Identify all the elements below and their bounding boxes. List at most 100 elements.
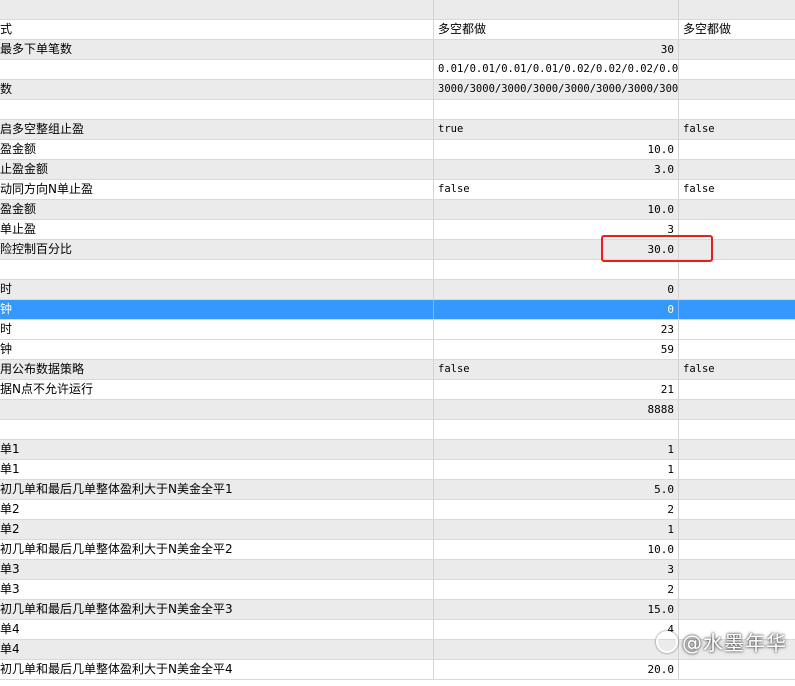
param-row[interactable]: 初几单和最后几单整体盈利大于N美金全平3 15.0 [0,600,795,620]
param-value-2[interactable] [679,500,795,519]
param-value-1[interactable]: true [434,120,679,139]
param-value-2[interactable] [679,80,795,99]
param-value-1[interactable]: 0 [434,280,679,299]
param-name: 止盈金额 [0,160,434,179]
param-value-2[interactable] [679,320,795,339]
param-value-1[interactable]: 10.0 [434,140,679,159]
param-value-1[interactable]: 1 [434,460,679,479]
param-row[interactable]: 式多空都做 多空都做 [0,20,795,40]
param-row[interactable]: 钟0 [0,300,795,320]
param-value-1[interactable]: 30 [434,40,679,59]
param-value-1[interactable] [434,100,679,119]
param-row[interactable]: 数3000/3000/3000/3000/3000/3000/3000/3000… [0,80,795,100]
param-row[interactable]: 钟 59 [0,340,795,360]
param-value-1[interactable]: 59 [434,340,679,359]
param-value-1[interactable]: 8888 [434,400,679,419]
param-row[interactable]: 8888 [0,400,795,420]
param-value-2[interactable] [679,540,795,559]
param-value-2[interactable] [679,600,795,619]
param-value-1[interactable]: 4 [434,620,679,639]
param-value-2[interactable] [679,160,795,179]
param-value-1[interactable]: 3 [434,560,679,579]
param-value-1[interactable]: false [434,180,679,199]
param-row[interactable] [0,0,795,20]
param-value-2[interactable] [679,260,795,279]
param-value-1[interactable]: 0 [434,300,679,319]
param-value-2[interactable] [679,40,795,59]
param-row[interactable]: 单3 3 [0,560,795,580]
param-row[interactable]: 单3 2 [0,580,795,600]
param-name: 单3 [0,580,434,599]
param-value-1[interactable]: 2 [434,580,679,599]
param-name [0,260,434,279]
param-row[interactable]: 盈金额 10.0 [0,140,795,160]
param-row[interactable]: 单1 1 [0,440,795,460]
param-row[interactable]: 初几单和最后几单整体盈利大于N美金全平1 5.0 [0,480,795,500]
param-name [0,0,434,19]
param-value-2[interactable]: false [679,360,795,379]
param-row[interactable]: 动同方向N单止盈 false false [0,180,795,200]
param-value-2[interactable]: false [679,180,795,199]
param-name: 单3 [0,560,434,579]
param-value-2[interactable]: false [679,120,795,139]
param-value-1[interactable]: 15.0 [434,600,679,619]
param-row[interactable]: 时0 [0,280,795,300]
param-value-1[interactable]: 3.0 [434,160,679,179]
param-row[interactable]: 初几单和最后几单整体盈利大于N美金全平4 20.0 [0,660,795,680]
param-value-2[interactable] [679,560,795,579]
param-value-1[interactable] [434,420,679,439]
param-value-1[interactable]: 20.0 [434,660,679,679]
param-name: 单止盈 [0,220,434,239]
param-value-2[interactable] [679,280,795,299]
param-value-1[interactable]: 0.01/0.01/0.01/0.01/0.02/0.02/0.02/0.02/… [434,60,679,79]
param-row[interactable]: 初几单和最后几单整体盈利大于N美金全平2 10.0 [0,540,795,560]
param-name: 初几单和最后几单整体盈利大于N美金全平2 [0,540,434,559]
param-row[interactable] [0,420,795,440]
param-value-1[interactable]: 多空都做 [434,20,679,39]
param-value-1[interactable]: 23 [434,320,679,339]
param-value-2[interactable] [679,400,795,419]
watermark-logo-icon [656,630,678,653]
param-value-1[interactable]: 1 [434,440,679,459]
param-value-1[interactable]: 5.0 [434,480,679,499]
param-row[interactable]: 用公布数据策略 false false [0,360,795,380]
param-row[interactable]: 单2 2 [0,500,795,520]
param-row[interactable]: 单2 1 [0,520,795,540]
param-value-2[interactable] [679,200,795,219]
param-value-2[interactable] [679,60,795,79]
param-value-2[interactable] [679,460,795,479]
param-value-2[interactable] [679,380,795,399]
param-value-2[interactable] [679,520,795,539]
param-row[interactable]: 最多下单笔数 30 [0,40,795,60]
param-row[interactable] [0,260,795,280]
param-value-2[interactable] [679,140,795,159]
param-value-2[interactable] [679,0,795,19]
param-value-1[interactable] [434,0,679,19]
param-value-2[interactable]: 多空都做 [679,20,795,39]
param-row[interactable]: 据N点不允许运行 21 [0,380,795,400]
param-value-2[interactable] [679,300,795,319]
param-value-1[interactable]: 3000/3000/3000/3000/3000/3000/3000/3000/… [434,80,679,99]
param-row[interactable]: 止盈金额 3.0 [0,160,795,180]
param-value-2[interactable] [679,420,795,439]
param-value-2[interactable] [679,480,795,499]
param-value-1[interactable]: 21 [434,380,679,399]
param-value-1[interactable]: 10.0 [434,540,679,559]
param-value-1[interactable] [434,640,679,659]
param-value-2[interactable] [679,340,795,359]
param-value-1[interactable]: 2 [434,500,679,519]
param-value-2[interactable] [679,660,795,679]
param-value-1[interactable]: 10.0 [434,200,679,219]
param-row[interactable]: 盈金额 10.0 [0,200,795,220]
param-value-2[interactable] [679,440,795,459]
param-row[interactable] [0,100,795,120]
param-value-2[interactable] [679,100,795,119]
param-value-1[interactable]: 1 [434,520,679,539]
param-value-2[interactable] [679,580,795,599]
param-row[interactable]: 启多空整组止盈 true false [0,120,795,140]
param-row[interactable]: 单1 1 [0,460,795,480]
param-value-1[interactable] [434,260,679,279]
param-row[interactable]: 0.01/0.01/0.01/0.01/0.02/0.02/0.02/0.02/… [0,60,795,80]
param-row[interactable]: 时 23 [0,320,795,340]
param-value-1[interactable]: false [434,360,679,379]
